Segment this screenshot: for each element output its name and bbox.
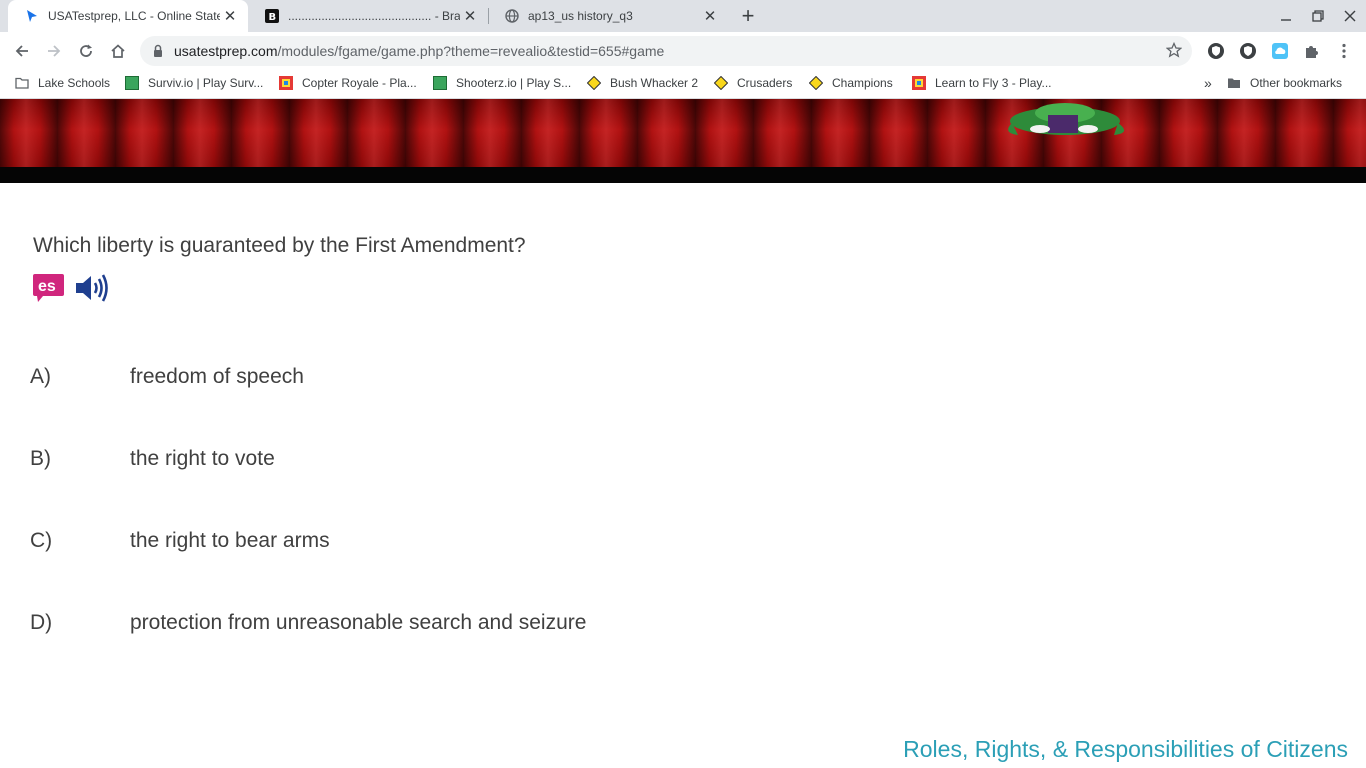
new-tab-plus-icon[interactable]: + xyxy=(736,3,760,28)
bookmark-lake-schools[interactable]: Lake Schools xyxy=(15,76,110,90)
bookmark-label: Champions xyxy=(832,76,893,90)
bookmark-surviv[interactable]: Surviv.io | Play Surv... xyxy=(125,76,263,90)
theater-curtain-banner xyxy=(0,99,1366,167)
banner-divider xyxy=(0,167,1366,183)
question-text: Which liberty is guaranteed by the First… xyxy=(33,234,526,257)
folder-icon xyxy=(1227,76,1241,90)
close-tab-icon[interactable]: ✕ xyxy=(460,6,480,26)
yellow-diamond-icon xyxy=(809,76,823,90)
speaker-audio-icon[interactable] xyxy=(74,272,110,304)
bookmark-star-icon[interactable] xyxy=(1165,41,1183,63)
bookmark-label: Shooterz.io | Play S... xyxy=(456,76,572,90)
reload-icon[interactable] xyxy=(70,35,102,67)
bookmark-label: Bush Whacker 2 xyxy=(610,76,699,90)
bookmark-label: Surviv.io | Play Surv... xyxy=(148,76,264,90)
answer-text: the right to bear arms xyxy=(130,529,330,552)
restore-icon[interactable] xyxy=(1302,0,1334,32)
answer-option-d[interactable]: D) protection from unreasonable search a… xyxy=(0,606,800,640)
bookmarks-bar: Lake Schools Surviv.io | Play Surv... Co… xyxy=(0,70,1366,99)
answer-text: freedom of speech xyxy=(130,365,304,388)
answer-text: the right to vote xyxy=(130,447,275,470)
puzzle-extensions-icon[interactable] xyxy=(1299,38,1325,64)
back-arrow-icon[interactable] xyxy=(6,35,38,67)
other-bookmarks[interactable]: Other bookmarks xyxy=(1227,76,1342,90)
bookmark-label: Crusaders xyxy=(737,76,793,90)
answer-letter: C) xyxy=(30,529,53,552)
folder-icon xyxy=(15,76,29,90)
answer-letter: A) xyxy=(30,365,51,388)
bookmark-label: Lake Schools xyxy=(38,76,111,90)
url-host: usatestprep.com xyxy=(174,43,278,59)
svg-text:B: B xyxy=(269,12,277,23)
brainly-b-icon: B xyxy=(264,8,280,24)
tab-ap13[interactable]: ap13_us history_q3 ✕ xyxy=(488,0,728,32)
minimize-icon[interactable] xyxy=(1270,0,1302,32)
answer-option-b[interactable]: B) the right to vote xyxy=(0,442,800,476)
home-icon[interactable] xyxy=(102,35,134,67)
green-square-icon xyxy=(433,76,447,90)
cloud-extension-icon[interactable] xyxy=(1267,38,1293,64)
multicolor-square-icon xyxy=(279,76,293,90)
tab-title: ........................................… xyxy=(288,9,460,23)
yellow-diamond-icon xyxy=(587,76,601,90)
tab-brainly[interactable]: B ......................................… xyxy=(248,0,488,32)
bookmark-copter-royale[interactable]: Copter Royale - Pla... xyxy=(279,76,417,90)
shield-extension-icon[interactable] xyxy=(1235,38,1261,64)
bookmark-bush-whacker[interactable]: Bush Whacker 2 xyxy=(587,76,698,90)
close-tab-icon[interactable]: ✕ xyxy=(220,6,240,26)
bookmark-shooterz[interactable]: Shooterz.io | Play S... xyxy=(433,76,571,90)
bookmark-label: Copter Royale - Pla... xyxy=(302,76,417,90)
bookmark-crusaders[interactable]: Crusaders xyxy=(714,76,792,90)
spanish-translation-icon[interactable]: es xyxy=(33,274,64,302)
yellow-diamond-icon xyxy=(714,76,728,90)
url-text: usatestprep.com/modules/fgame/game.php?t… xyxy=(174,43,664,59)
globe-icon xyxy=(504,8,520,24)
cursor-arrow-icon xyxy=(24,8,40,24)
lock-icon[interactable] xyxy=(152,44,164,63)
spanish-badge-text: es xyxy=(38,278,56,295)
address-bar[interactable]: usatestprep.com/modules/fgame/game.php?t… xyxy=(140,36,1192,66)
other-bookmarks-label: Other bookmarks xyxy=(1250,76,1343,90)
bookmark-learn-to-fly[interactable]: Learn to Fly 3 - Play... xyxy=(912,76,1052,90)
bookmark-champions[interactable]: Champions xyxy=(809,76,893,90)
game-character-image xyxy=(1008,103,1125,135)
answer-letter: B) xyxy=(30,447,51,470)
tab-strip: USATestprep, LLC - Online State-S ✕ B ..… xyxy=(0,0,1366,32)
answer-letter: D) xyxy=(30,611,53,634)
tab-title: ap13_us history_q3 xyxy=(528,9,633,23)
forward-arrow-icon[interactable] xyxy=(38,35,70,67)
green-square-icon xyxy=(125,76,139,90)
url-path: /modules/fgame/game.php?theme=revealio&t… xyxy=(277,43,665,59)
tab-title: USATestprep, LLC - Online State-S xyxy=(48,9,220,23)
kebab-menu-icon[interactable] xyxy=(1331,38,1357,64)
answer-option-a[interactable]: A) freedom of speech xyxy=(0,360,800,394)
bookmark-label: Learn to Fly 3 - Play... xyxy=(935,76,1052,90)
topic-title: Roles, Rights, & Responsibilities of Cit… xyxy=(903,736,1348,762)
close-window-icon[interactable] xyxy=(1334,0,1366,32)
multicolor-square-icon xyxy=(912,76,926,90)
answer-text: protection from unreasonable search and … xyxy=(130,611,587,634)
close-tab-icon[interactable]: ✕ xyxy=(700,6,720,26)
tab-usatestprep[interactable]: USATestprep, LLC - Online State-S ✕ xyxy=(8,0,248,32)
shield-extension-icon[interactable] xyxy=(1203,38,1229,64)
answer-option-c[interactable]: C) the right to bear arms xyxy=(0,524,800,558)
more-bookmarks-chevron-icon[interactable]: » xyxy=(1204,75,1212,91)
browser-toolbar: usatestprep.com/modules/fgame/game.php?t… xyxy=(0,32,1366,70)
